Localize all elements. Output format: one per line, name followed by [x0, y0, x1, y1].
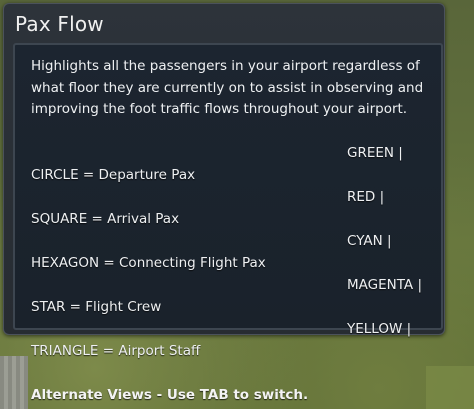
legend-color-green: GREEN |: [347, 145, 403, 161]
legend-shape-circle: CIRCLE = Departure Pax: [31, 167, 196, 183]
legend-color-magenta: MAGENTA |: [347, 277, 423, 293]
legend-shape-hexagon: HEXAGON = Connecting Flight Pax: [31, 255, 266, 271]
grass-tile: [426, 366, 474, 409]
legend-shape-star: STAR = Flight Crew: [31, 299, 162, 315]
road-tile: [0, 356, 28, 409]
panel-title: Pax Flow: [15, 12, 104, 36]
panel-description: Highlights all the passengers in your ai…: [31, 58, 424, 117]
legend-color-red: RED |: [347, 189, 385, 205]
legend-shape-triangle: TRIANGLE = Airport Staff: [31, 343, 201, 359]
legend-color-cyan: CYAN |: [347, 233, 392, 249]
legend-shape-square: SQUARE = Arrival Pax: [31, 211, 180, 227]
legend-color-yellow: YELLOW |: [347, 321, 412, 337]
alternate-views-hint: Alternate Views - Use TAB to switch.: [31, 387, 309, 403]
